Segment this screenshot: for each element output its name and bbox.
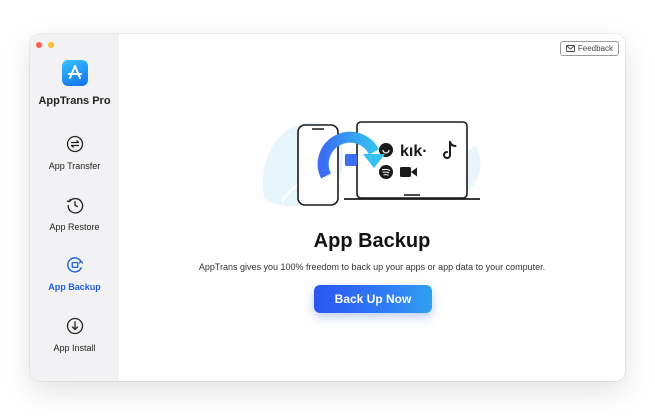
app-window: AppTrans Pro App Transfer App Restore Ap: [30, 34, 625, 381]
main-content: Feedback kık· App Backup AppTrans gives …: [119, 34, 625, 381]
page-subtitle: AppTrans gives you 100% freedom to back …: [198, 262, 546, 272]
sidebar-item-app-install[interactable]: App Install: [30, 317, 119, 367]
app-store-icon: [62, 60, 88, 86]
sidebar-item-app-restore[interactable]: App Restore: [30, 196, 119, 246]
app-tile: [345, 154, 357, 166]
install-icon: [66, 317, 84, 335]
minimize-window-button[interactable]: [48, 42, 54, 48]
feedback-label: Feedback: [577, 44, 613, 53]
mail-icon: [565, 45, 575, 52]
back-up-now-button[interactable]: Back Up Now: [314, 285, 432, 313]
spotify-icon: [379, 165, 393, 179]
transfer-icon: [66, 135, 84, 153]
sidebar-item-label: App Restore: [49, 222, 100, 232]
sidebar-item-app-backup[interactable]: App Backup: [30, 256, 119, 306]
sidebar-item-label: App Install: [53, 343, 96, 353]
sidebar-item-label: App Backup: [48, 282, 101, 292]
app-name: AppTrans Pro: [38, 95, 111, 107]
sidebar-item-label: App Transfer: [48, 161, 101, 171]
backup-icon: [67, 257, 84, 273]
feedback-button[interactable]: Feedback: [559, 41, 619, 56]
page-title: App Backup: [313, 230, 431, 252]
sidebar-item-app-transfer[interactable]: App Transfer: [30, 135, 119, 185]
kik-logo: kık·: [400, 143, 428, 160]
backup-illustration: kık·: [262, 121, 481, 206]
close-window-button[interactable]: [36, 42, 42, 48]
sidebar: AppTrans Pro App Transfer App Restore Ap: [30, 34, 120, 381]
window-controls: [36, 42, 54, 48]
restore-icon: [66, 197, 84, 214]
